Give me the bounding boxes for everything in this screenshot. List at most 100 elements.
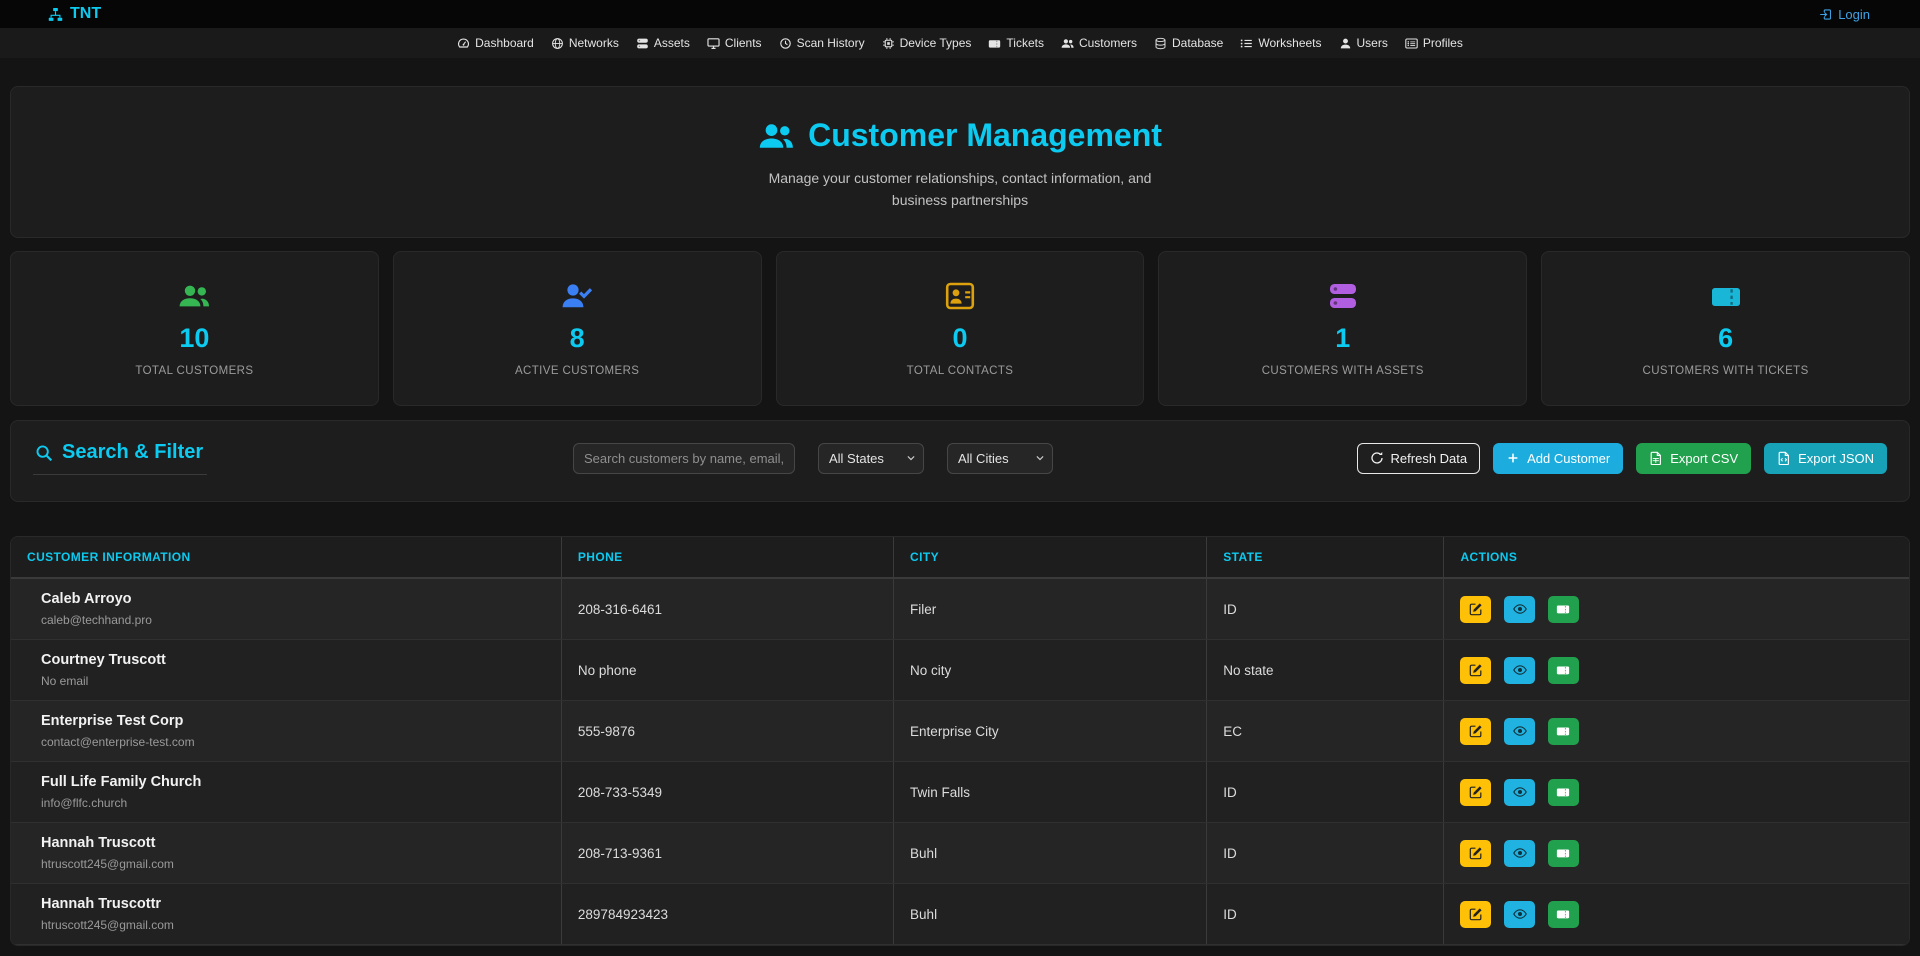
page-title: Customer Management [31,117,1889,154]
refresh-data-button[interactable]: Refresh Data [1357,443,1481,474]
display-icon [707,37,720,50]
person-icon [1339,37,1352,50]
customer-state: ID [1207,762,1444,823]
column-header: STATE [1207,537,1444,578]
customer-email: info@flfc.church [41,796,545,810]
customer-tickets-button[interactable] [1548,779,1579,806]
file-json-icon [1777,451,1791,465]
column-header: CITY [894,537,1207,578]
customer-info-cell: Courtney Truscott No email [11,640,561,701]
customer-tickets-button[interactable] [1548,657,1579,684]
stat-card: 0 TOTAL CONTACTS [776,251,1145,406]
customer-phone: 208-316-6461 [561,578,893,640]
customer-city: Buhl [894,884,1207,945]
customer-phone: No phone [561,640,893,701]
edit-customer-button[interactable] [1460,657,1491,684]
export-json-button[interactable]: Export JSON [1764,443,1887,474]
menu-item[interactable]: Networks [551,36,619,50]
pencil-square-icon [1469,785,1483,799]
menu-item[interactable]: Users [1339,36,1388,50]
main-menu: Dashboard Networks Assets Clients Scan H… [0,28,1920,58]
stat-card: 1 CUSTOMERS WITH ASSETS [1158,251,1527,406]
customer-tickets-button[interactable] [1548,596,1579,623]
customer-state: ID [1207,884,1444,945]
ticket-icon [1556,663,1570,677]
city-filter-select[interactable]: All Cities [947,443,1053,474]
server-icon [1327,280,1359,312]
login-icon [1819,8,1832,21]
menu-item[interactable]: Clients [707,36,762,50]
customer-info-cell: Hannah Truscottr htruscott245@gmail.com [11,884,561,945]
pencil-square-icon [1469,724,1483,738]
add-customer-button[interactable]: Add Customer [1493,443,1623,474]
customer-name: Hannah Truscottr [41,896,545,912]
ticket-icon [1556,907,1570,921]
menu-item[interactable]: Scan History [779,36,865,50]
view-customer-button[interactable] [1504,596,1535,623]
edit-customer-button[interactable] [1460,779,1491,806]
customer-state: EC [1207,701,1444,762]
view-customer-button[interactable] [1504,779,1535,806]
customer-state: No state [1207,640,1444,701]
customer-actions-cell [1444,701,1909,762]
customer-actions-cell [1444,823,1909,884]
card-list-icon [1405,37,1418,50]
customer-name: Hannah Truscott [41,835,545,851]
stat-card: 8 ACTIVE CUSTOMERS [393,251,762,406]
ticket-icon [1556,724,1570,738]
login-link[interactable]: Login [1819,7,1870,22]
customer-phone: 555-9876 [561,701,893,762]
view-customer-button[interactable] [1504,657,1535,684]
ticket-icon [1556,846,1570,860]
login-label: Login [1838,7,1870,22]
eye-icon [1513,663,1527,677]
eye-icon [1513,602,1527,616]
view-customer-button[interactable] [1504,840,1535,867]
globe-icon [551,37,564,50]
menu-item[interactable]: Tickets [988,36,1044,50]
column-header: ACTIONS [1444,537,1909,578]
top-navbar: TNT Login [0,0,1920,28]
edit-customer-button[interactable] [1460,901,1491,928]
database-icon [1154,37,1167,50]
edit-customer-button[interactable] [1460,596,1491,623]
pencil-square-icon [1469,846,1483,860]
customer-row: Enterprise Test Corp contact@enterprise-… [11,701,1909,762]
edit-customer-button[interactable] [1460,718,1491,745]
stat-label: TOTAL CONTACTS [907,365,1014,377]
view-customer-button[interactable] [1504,901,1535,928]
menu-item[interactable]: Dashboard [457,36,534,50]
menu-item-label: Scan History [797,36,865,50]
customer-name: Full Life Family Church [41,774,545,790]
menu-item[interactable]: Assets [636,36,690,50]
customer-info-cell: Caleb Arroyo caleb@techhand.pro [11,578,561,640]
brand-logo[interactable]: TNT [48,5,101,23]
customer-row: Caleb Arroyo caleb@techhand.pro 208-316-… [11,578,1909,640]
customer-tickets-button[interactable] [1548,718,1579,745]
customer-search-input[interactable] [573,443,795,474]
customer-tickets-button[interactable] [1548,840,1579,867]
ticket-icon [1556,602,1570,616]
column-header: PHONE [561,537,893,578]
customer-phone: 208-713-9361 [561,823,893,884]
menu-item[interactable]: Database [1154,36,1223,50]
state-filter-select[interactable]: All States [818,443,924,474]
view-customer-button[interactable] [1504,718,1535,745]
customer-tickets-button[interactable] [1548,901,1579,928]
search-filter-panel: Search & Filter All States All Cities [10,420,1910,502]
export-csv-button[interactable]: Export CSV [1636,443,1751,474]
customer-row: Full Life Family Church info@flfc.church… [11,762,1909,823]
menu-item[interactable]: Profiles [1405,36,1463,50]
edit-customer-button[interactable] [1460,840,1491,867]
menu-item-label: Worksheets [1258,36,1321,50]
menu-item[interactable]: Worksheets [1240,36,1321,50]
customer-name: Enterprise Test Corp [41,713,545,729]
menu-item-label: Dashboard [475,36,534,50]
stat-label: CUSTOMERS WITH TICKETS [1642,365,1808,377]
menu-item-label: Profiles [1423,36,1463,50]
menu-item[interactable]: Device Types [882,36,972,50]
customer-city: Filer [894,578,1207,640]
cpu-icon [882,37,895,50]
menu-item[interactable]: Customers [1061,36,1137,50]
menu-item-label: Users [1357,36,1388,50]
